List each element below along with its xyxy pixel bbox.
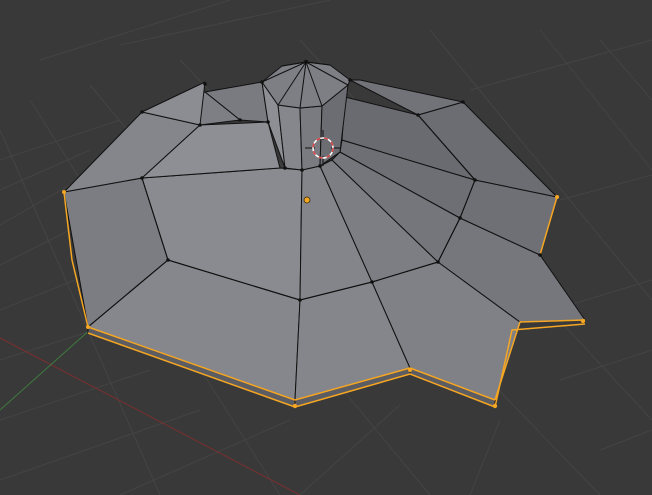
- column-side-face[interactable]: [277, 104, 303, 171]
- object-origin-icon[interactable]: [303, 196, 311, 204]
- column-side-face[interactable]: [299, 105, 323, 171]
- viewport-canvas[interactable]: [0, 0, 652, 495]
- 3d-viewport[interactable]: [0, 0, 652, 495]
- y-axis-line: [0, 327, 93, 411]
